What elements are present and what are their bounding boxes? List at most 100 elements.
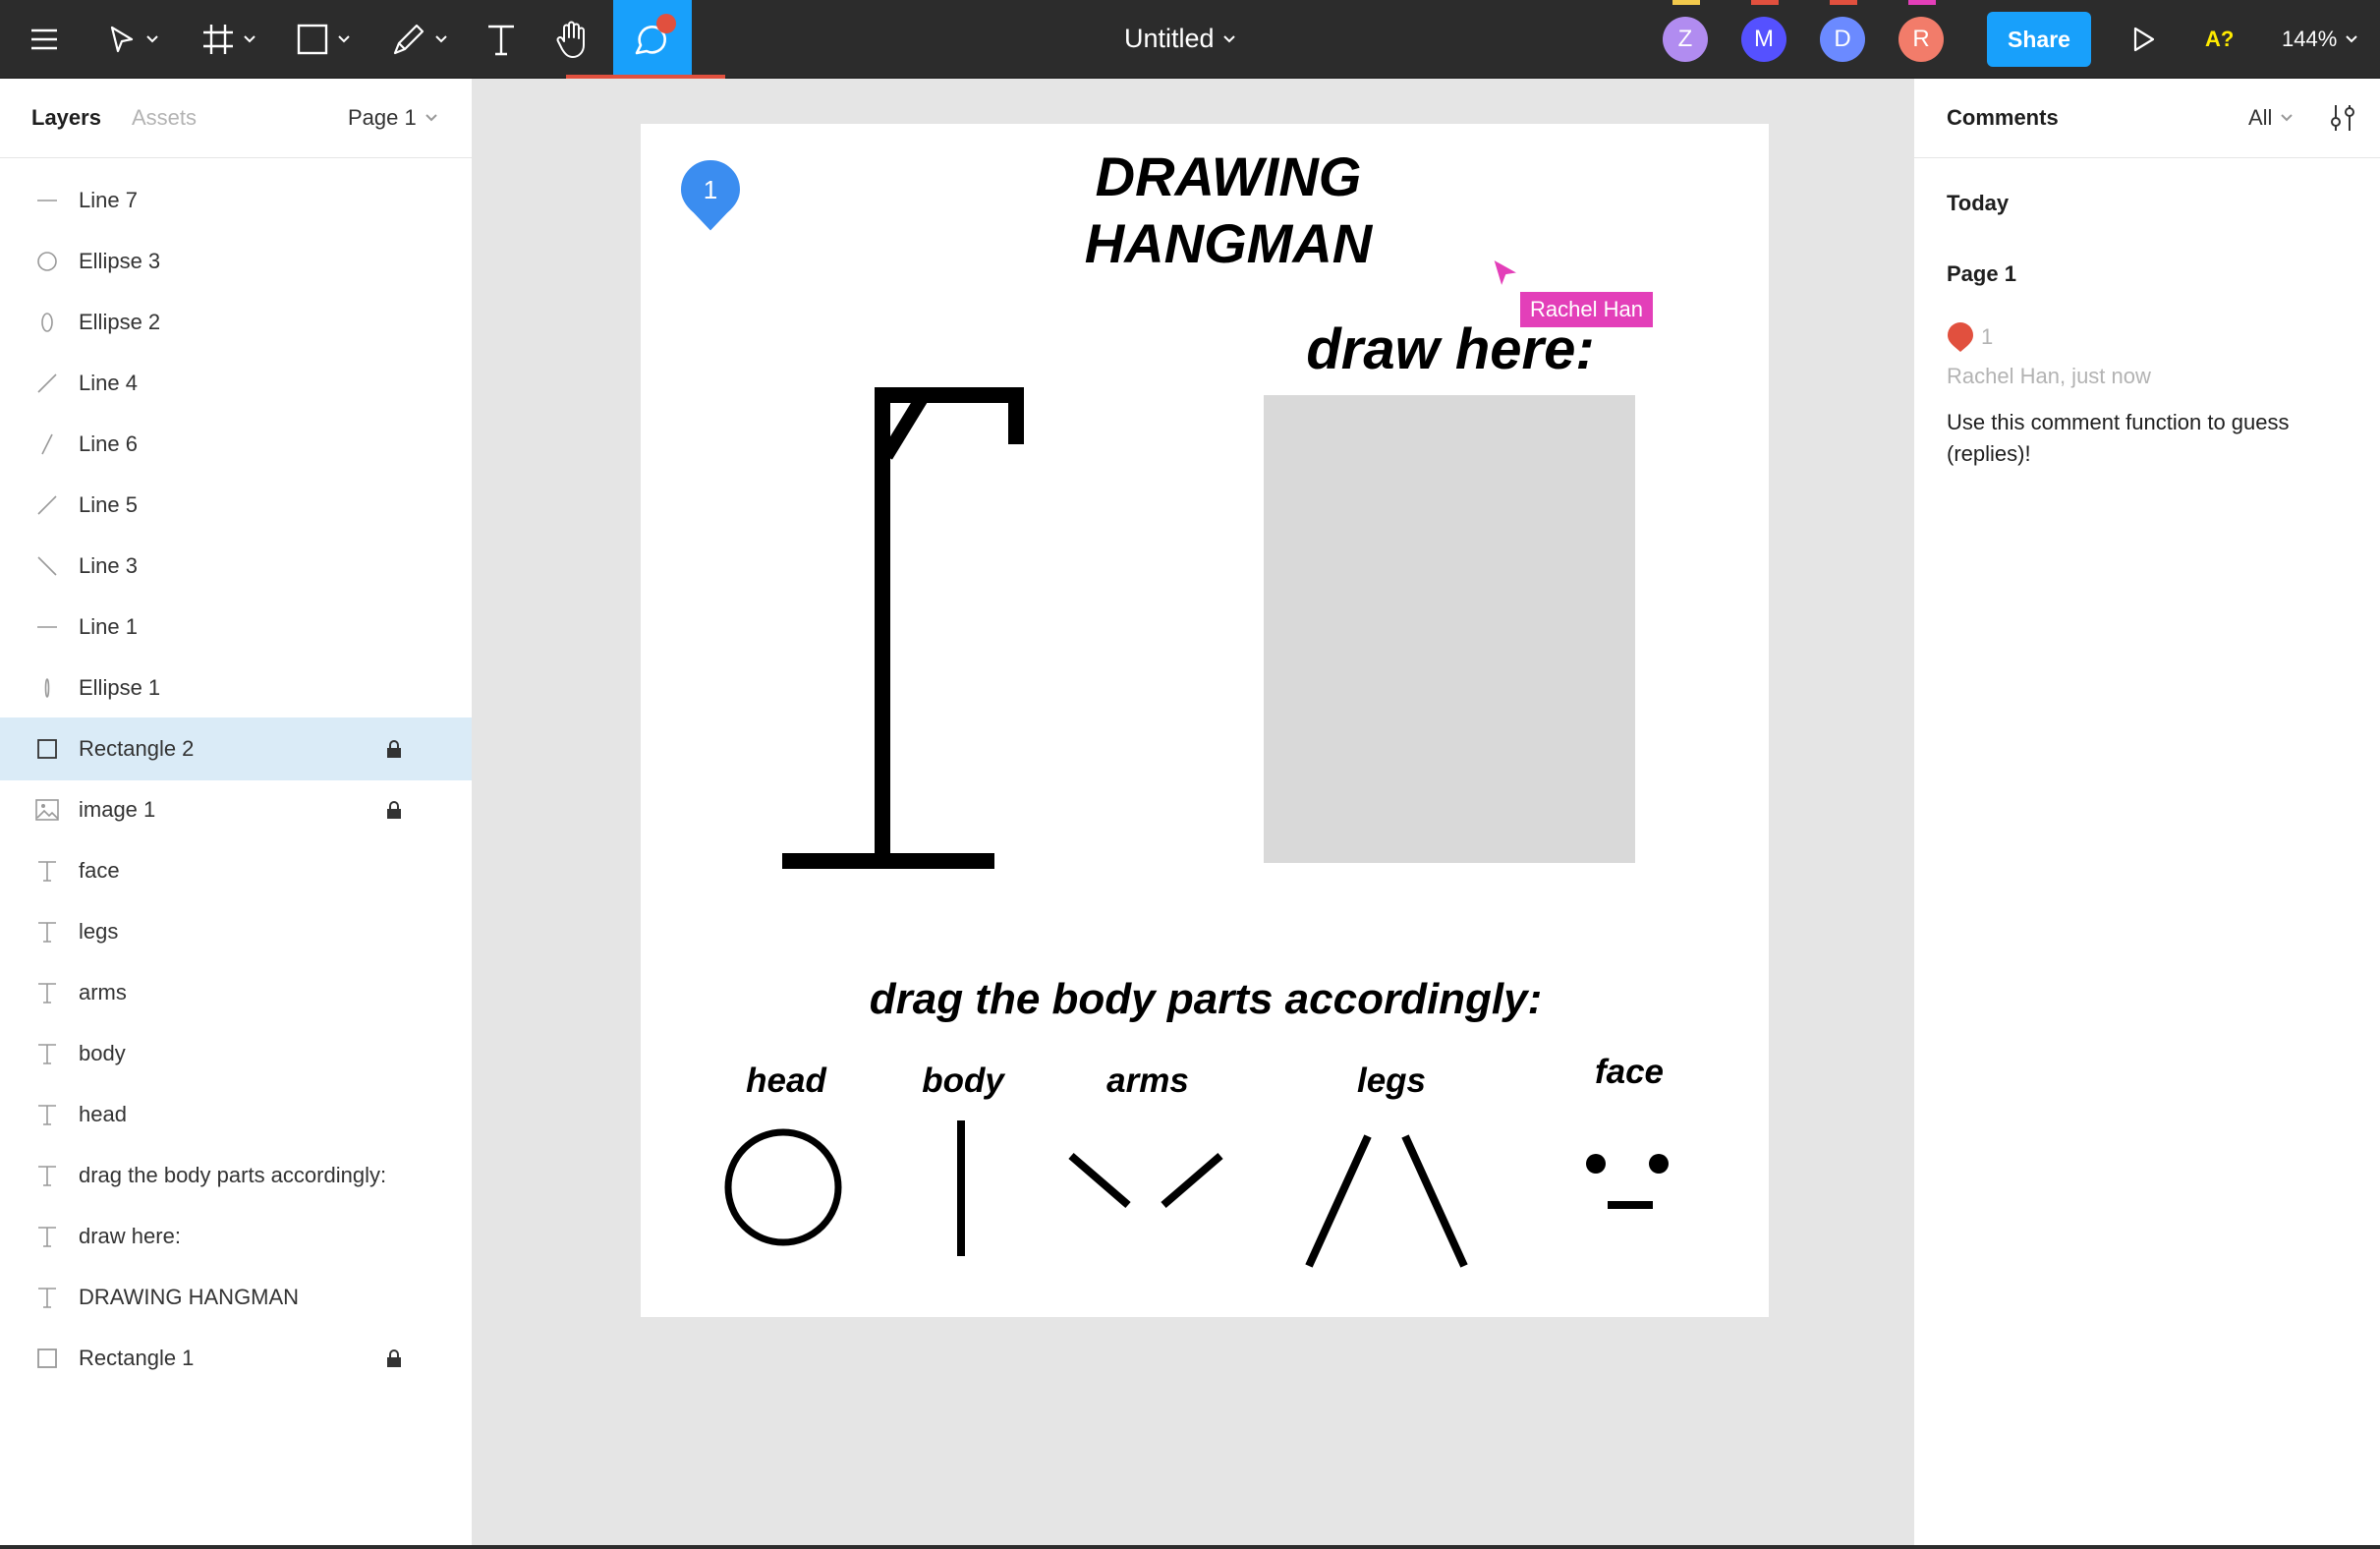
face-shape[interactable]: [1582, 1150, 1680, 1209]
layer-row[interactable]: Rectangle 2: [0, 717, 472, 780]
lock-icon[interactable]: [383, 1348, 405, 1369]
layer-label: arms: [79, 980, 127, 1004]
chevron-down-icon: [435, 34, 447, 42]
line-backslash-icon: [31, 550, 63, 582]
layer-row[interactable]: face: [0, 839, 472, 902]
layer-label: legs: [79, 919, 119, 944]
layer-row[interactable]: Line 7: [0, 169, 472, 232]
layer-row[interactable]: Line 3: [0, 535, 472, 598]
document-title-menu[interactable]: Untitled: [1124, 0, 1236, 78]
arms-label[interactable]: arms: [1079, 1061, 1217, 1101]
text-icon: [31, 1099, 63, 1130]
chevron-down-icon: [244, 34, 255, 42]
layer-row[interactable]: drag the body parts accordingly:: [0, 1144, 472, 1207]
text-icon: [31, 977, 63, 1008]
layer-label: drag the body parts accordingly:: [79, 1163, 387, 1187]
layer-row[interactable]: Ellipse 1: [0, 657, 472, 719]
drag-instruction[interactable]: drag the body parts accordingly:: [847, 975, 1564, 1024]
share-button[interactable]: Share: [1987, 12, 2091, 67]
comment-tool-button[interactable]: [613, 0, 692, 78]
tab-assets[interactable]: Assets: [132, 79, 197, 157]
page-title[interactable]: DRAWING HANGMAN: [1022, 143, 1435, 277]
text-icon: [31, 855, 63, 887]
layer-row[interactable]: head: [0, 1083, 472, 1146]
comments-filter[interactable]: All: [2248, 79, 2294, 157]
hand-tool-button[interactable]: [548, 0, 597, 78]
lock-icon[interactable]: [383, 738, 405, 760]
layer-label: Line 4: [79, 371, 138, 395]
drawing-area[interactable]: [1264, 395, 1635, 863]
layer-label: Line 5: [79, 492, 138, 517]
layer-row[interactable]: Line 6: [0, 413, 472, 476]
frame-tool-icon: [203, 24, 233, 54]
layer-row[interactable]: Line 5: [0, 474, 472, 537]
move-tool-button[interactable]: [98, 0, 167, 78]
avatar-indicator: [1908, 0, 1936, 5]
face-label[interactable]: face: [1560, 1053, 1698, 1092]
body-shape[interactable]: [947, 1117, 977, 1264]
avatar[interactable]: Z: [1663, 17, 1708, 62]
present-icon: [2133, 27, 2155, 51]
shape-tool-button[interactable]: [289, 0, 358, 78]
layer-row[interactable]: image 1: [0, 778, 472, 841]
cursor-user-tag: Rachel Han: [1520, 292, 1653, 327]
chevron-down-icon: [1222, 34, 1235, 42]
comment-marker-icon: [1948, 322, 1973, 352]
pen-tool-button[interactable]: [385, 0, 454, 78]
layers-panel: Layers Assets Page 1 Line 7 Ellipse 3 Elli…: [0, 79, 473, 1549]
frame-tool-button[interactable]: [195, 0, 263, 78]
layer-row[interactable]: Rectangle 1: [0, 1327, 472, 1390]
layer-label: Rectangle 1: [79, 1346, 195, 1370]
comment-thread-number: 1: [1981, 324, 1994, 349]
accessibility-check[interactable]: A?: [2205, 0, 2234, 78]
layer-row[interactable]: Line 1: [0, 596, 472, 659]
layer-label: Rectangle 2: [79, 736, 195, 761]
comment-author-time: Rachel Han, just now: [1947, 364, 2151, 388]
legs-shape[interactable]: [1297, 1130, 1474, 1278]
avatar-indicator: [1751, 0, 1779, 5]
layer-row[interactable]: Ellipse 3: [0, 230, 472, 293]
present-button[interactable]: [2126, 0, 2162, 78]
ellipse-icon: [31, 246, 63, 277]
head-label[interactable]: head: [717, 1061, 855, 1101]
gallows-image[interactable]: [776, 383, 1032, 875]
pen-tool-icon: [393, 24, 425, 54]
layer-row[interactable]: DRAWING HANGMAN: [0, 1266, 472, 1329]
layer-row[interactable]: draw here:: [0, 1205, 472, 1268]
avatar-indicator: [1830, 0, 1857, 5]
layer-row[interactable]: Ellipse 2: [0, 291, 472, 354]
layer-label: Ellipse 1: [79, 675, 161, 700]
page-select[interactable]: Page 1: [348, 79, 438, 157]
avatar-indicator: [1672, 0, 1700, 5]
arms-shape[interactable]: [1063, 1146, 1230, 1215]
text-icon: [31, 1221, 63, 1252]
layer-row[interactable]: arms: [0, 961, 472, 1024]
zoom-menu[interactable]: 144%: [2282, 0, 2358, 78]
avatar[interactable]: R: [1898, 17, 1944, 62]
body-label[interactable]: body: [894, 1061, 1032, 1101]
layer-row[interactable]: body: [0, 1022, 472, 1085]
line-steep-icon: [31, 429, 63, 460]
comment-pin-number: 1: [703, 175, 718, 204]
lock-icon[interactable]: [383, 799, 405, 821]
title-line-2: HANGMAN: [1084, 212, 1373, 274]
text-tool-button[interactable]: [478, 0, 525, 78]
chevron-down-icon: [338, 34, 350, 42]
comment-tool-icon: [635, 14, 676, 55]
layer-row[interactable]: Line 4: [0, 352, 472, 415]
text-icon: [31, 1160, 63, 1191]
comments-title: Comments: [1947, 105, 2059, 130]
tab-layers[interactable]: Layers: [31, 79, 101, 157]
settings-sliders-icon[interactable]: [2327, 102, 2358, 134]
move-tool-icon: [110, 26, 134, 52]
legs-label[interactable]: legs: [1323, 1061, 1460, 1101]
layer-row[interactable]: legs: [0, 900, 472, 963]
layer-label: image 1: [79, 797, 156, 822]
avatar[interactable]: D: [1820, 17, 1865, 62]
head-shape[interactable]: [717, 1120, 855, 1258]
menu-icon[interactable]: [24, 0, 65, 78]
text-icon: [31, 916, 63, 947]
layer-label: face: [79, 858, 120, 883]
avatar[interactable]: M: [1741, 17, 1786, 62]
comment-body[interactable]: Use this comment function to guess (repl…: [1947, 407, 2359, 470]
